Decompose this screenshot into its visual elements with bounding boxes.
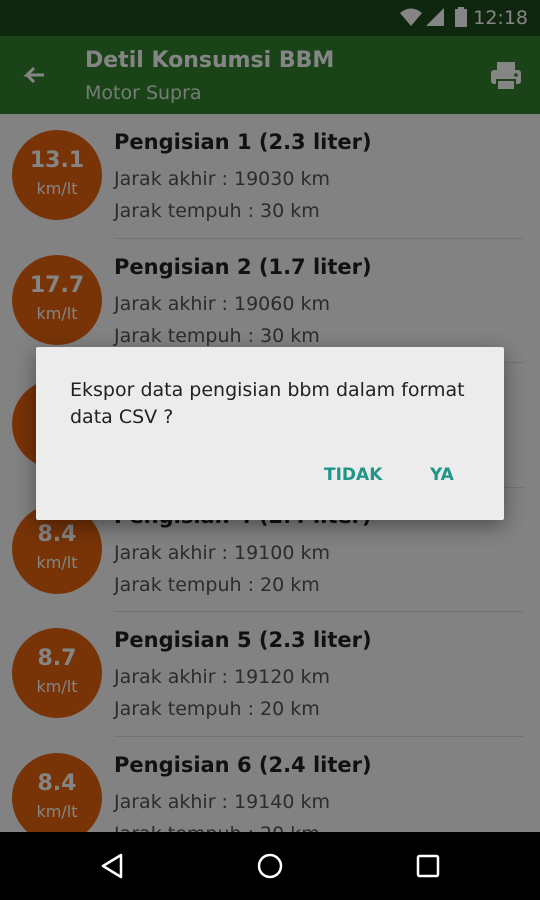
navigation-bar xyxy=(0,832,540,900)
home-circle-icon[interactable] xyxy=(255,851,285,881)
back-triangle-icon[interactable] xyxy=(97,851,127,881)
dialog-message: Ekspor data pengisian bbm dalam format d… xyxy=(70,379,465,428)
confirm-button[interactable]: YA xyxy=(424,463,460,487)
recents-square-icon[interactable] xyxy=(413,851,443,881)
export-csv-dialog: Ekspor data pengisian bbm dalam format d… xyxy=(36,347,504,520)
cancel-button[interactable]: TIDAK xyxy=(318,463,388,487)
